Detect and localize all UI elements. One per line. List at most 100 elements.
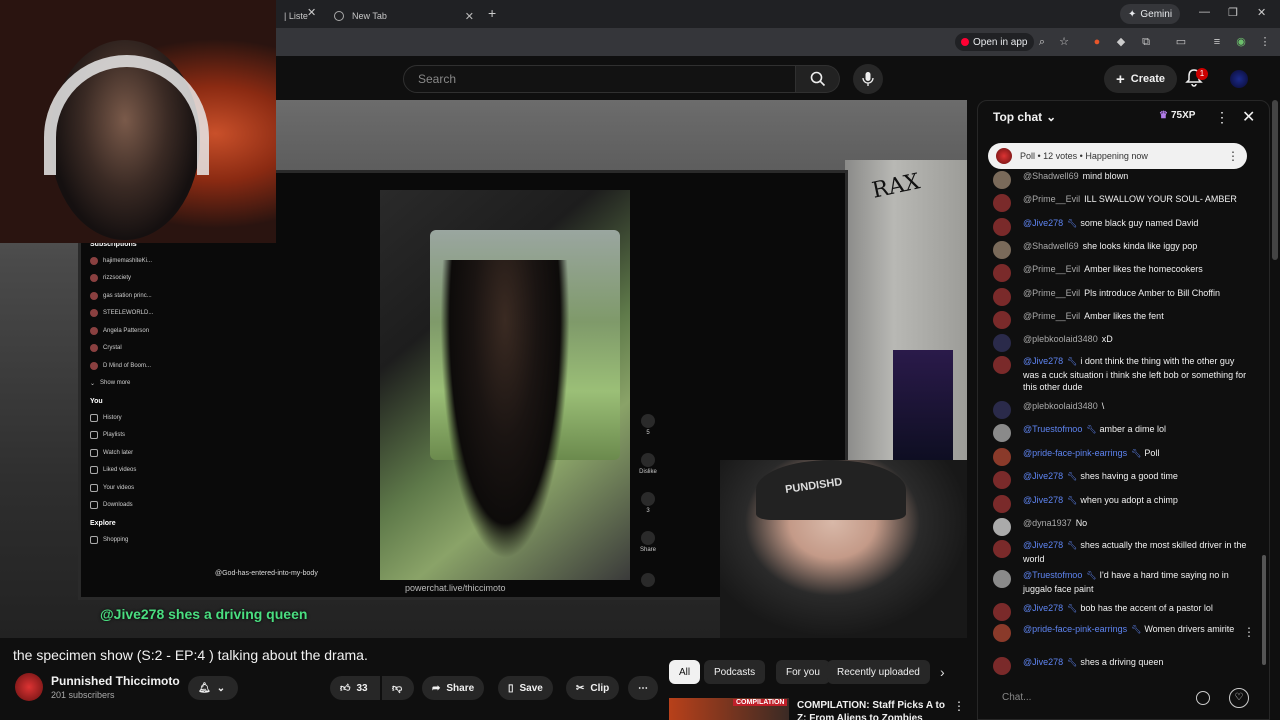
explore-header: Explore	[90, 520, 116, 527]
poster-image	[893, 350, 953, 460]
minimize-icon[interactable]: —	[1199, 6, 1210, 18]
chat-message-text: xD	[1101, 334, 1113, 344]
subscribed-bell-button[interactable]: 🔔︎ ⌄	[188, 676, 238, 700]
you-item: Playlists	[90, 427, 200, 445]
browser-menu-icon[interactable]: ⋮	[1258, 35, 1272, 49]
extension-icon[interactable]: ●	[1090, 35, 1104, 49]
chat-author-name[interactable]: @Jive278	[1023, 218, 1063, 228]
channel-avatar[interactable]	[15, 673, 43, 701]
chat-author-name[interactable]: @Jive278	[1023, 657, 1063, 667]
open-in-app-button[interactable]: Open in app	[955, 33, 1034, 51]
chip-recently-uploaded[interactable]: Recently uploaded	[827, 660, 930, 684]
thumbs-down-icon: 👎︎	[392, 683, 403, 694]
extension-2-icon[interactable]: ◆	[1114, 35, 1128, 49]
create-button[interactable]: + Create	[1104, 65, 1178, 93]
recommended-video-title[interactable]: COMPILATION: Staff Picks A to Z: From Al…	[797, 699, 947, 720]
chip-podcasts[interactable]: Podcasts	[704, 660, 766, 684]
chat-message-body: @Truestofmoo 🔧︎ amber a dime lol	[1023, 423, 1248, 437]
bookmark-star-icon[interactable]: ☆	[1057, 35, 1071, 49]
heart-icon[interactable]: ♡	[1229, 688, 1249, 708]
chat-mode-dropdown[interactable]: Top chat ⌄	[993, 110, 1056, 124]
zoom-icon[interactable]: ⌕	[1035, 35, 1049, 49]
chip-for-you[interactable]: For you	[776, 660, 830, 684]
browser-tab-1[interactable]: | Liste	[276, 4, 326, 28]
emoji-icon[interactable]	[1196, 691, 1210, 705]
tab-1-close-icon[interactable]: ✕	[307, 6, 316, 19]
search-icon	[810, 71, 825, 87]
chat-author-name[interactable]: @Prime__Evil	[1023, 288, 1080, 298]
thumbnail-badge: COMPILATION	[733, 699, 788, 706]
chat-author-name[interactable]: @Jive278	[1023, 471, 1063, 481]
chat-author-name[interactable]: @Truestofmoo	[1023, 424, 1082, 434]
search-button[interactable]	[796, 65, 840, 93]
subscription-item: Crystal	[90, 340, 200, 358]
chat-author-name[interactable]: @Shadwell69	[1023, 241, 1079, 251]
chat-input[interactable]: Chat...	[994, 687, 1194, 709]
moderator-wrench-icon: 🔧︎	[1067, 357, 1078, 366]
moderator-wrench-icon: 🔧︎	[1067, 472, 1078, 481]
chat-author-name[interactable]: @Jive278	[1023, 540, 1063, 550]
page-scrollbar[interactable]	[1272, 100, 1278, 260]
screen-root: | Liste ✕ New Tab ✕ + ✦ Gemini — ❐ ✕ Ope…	[0, 0, 1280, 720]
like-button[interactable]: 👍︎ 33	[330, 676, 380, 700]
chat-message-body: @pride-face-pink-earrings 🔧︎ Women drivers…	[1023, 623, 1248, 637]
restore-icon[interactable]: ❐	[1228, 6, 1238, 19]
browser-tab-2[interactable]: New Tab ✕	[326, 4, 482, 28]
chat-author-name[interactable]: @Jive278	[1023, 356, 1063, 366]
gemini-button[interactable]: ✦ Gemini	[1120, 4, 1181, 24]
save-button[interactable]: ▯ Save	[498, 676, 553, 700]
voice-search-button[interactable]	[853, 64, 883, 94]
subscription-item: gas station princ...	[90, 287, 200, 305]
window-close-icon[interactable]: ✕	[1257, 6, 1266, 19]
profile-icon[interactable]: ◉	[1234, 35, 1248, 49]
more-icon: ⋯	[638, 682, 648, 694]
chat-more-icon[interactable]: ⋮	[1215, 109, 1229, 126]
chevron-down-icon: ⌄	[216, 682, 226, 694]
share-button[interactable]: ➦ Share	[422, 676, 485, 700]
more-icon[interactable]: ⋮	[953, 699, 965, 713]
chat-message-text: Amber likes the homecookers	[1084, 264, 1203, 274]
chip-all[interactable]: All	[669, 660, 701, 684]
chat-message-body: @Jive278 🔧︎ shes actually the most skilled…	[1023, 539, 1248, 565]
dislike-button[interactable]: 👎︎	[382, 676, 414, 700]
chat-author-name[interactable]: @dyna1937	[1023, 518, 1072, 528]
chat-scrollbar[interactable]	[1262, 555, 1266, 665]
chat-message-text: Poll	[1144, 448, 1160, 458]
chat-author-name[interactable]: @pride-face-pink-earrings	[1023, 448, 1127, 458]
gemini-label: Gemini	[1140, 8, 1173, 20]
media-icon[interactable]: ≡	[1210, 35, 1224, 49]
chat-author-name[interactable]: @Jive278	[1023, 603, 1063, 613]
chat-message-text: when you adopt a chimp	[1080, 495, 1178, 505]
chat-author-name[interactable]: @Truestofmoo	[1023, 570, 1082, 580]
chat-author-name[interactable]: @Prime__Evil	[1023, 194, 1080, 204]
share-label: Share	[446, 682, 475, 694]
search-input[interactable]: Search	[403, 65, 796, 93]
chevron-right-icon[interactable]: ›	[940, 664, 945, 680]
message-more-icon[interactable]: ⋮	[1243, 625, 1255, 639]
streamer-facecam	[0, 0, 276, 243]
xp-badge[interactable]: ♛ 75XP	[1159, 110, 1195, 121]
chat-author-name[interactable]: @Shadwell69	[1023, 171, 1079, 181]
thumbs-up-icon: 5	[638, 405, 658, 444]
chat-author-name[interactable]: @Prime__Evil	[1023, 311, 1080, 321]
chat-author-name[interactable]: @Prime__Evil	[1023, 264, 1080, 274]
cast-icon[interactable]: ▭	[1174, 35, 1188, 49]
tab-1-label: | Liste	[284, 11, 308, 21]
chat-message-text: she looks kinda like iggy pop	[1082, 241, 1198, 251]
chat-author-name[interactable]: @pride-face-pink-earrings	[1023, 624, 1127, 634]
puzzle-icon[interactable]: ⧉	[1139, 35, 1153, 49]
tab-2-close-icon[interactable]: ✕	[465, 10, 474, 23]
more-actions-button[interactable]: ⋯	[628, 676, 658, 700]
chat-author-name[interactable]: @plebkoolaid3480	[1023, 334, 1098, 344]
chat-author-name[interactable]: @plebkoolaid3480	[1023, 401, 1098, 411]
recommended-video-thumbnail[interactable]: COMPILATION	[669, 698, 789, 720]
account-avatar[interactable]	[1230, 70, 1248, 88]
chat-author-avatar	[993, 218, 1011, 236]
chat-close-icon[interactable]: ✕	[1242, 107, 1255, 127]
poll-banner[interactable]: Poll • 12 votes • Happening now ⋮	[988, 143, 1247, 169]
poll-more-icon[interactable]: ⋮	[1227, 149, 1239, 163]
channel-name[interactable]: Punnished Thiccimoto	[51, 674, 180, 688]
new-tab-button[interactable]: +	[488, 5, 496, 21]
chat-author-name[interactable]: @Jive278	[1023, 495, 1063, 505]
clip-button[interactable]: ✂ Clip	[566, 676, 620, 700]
